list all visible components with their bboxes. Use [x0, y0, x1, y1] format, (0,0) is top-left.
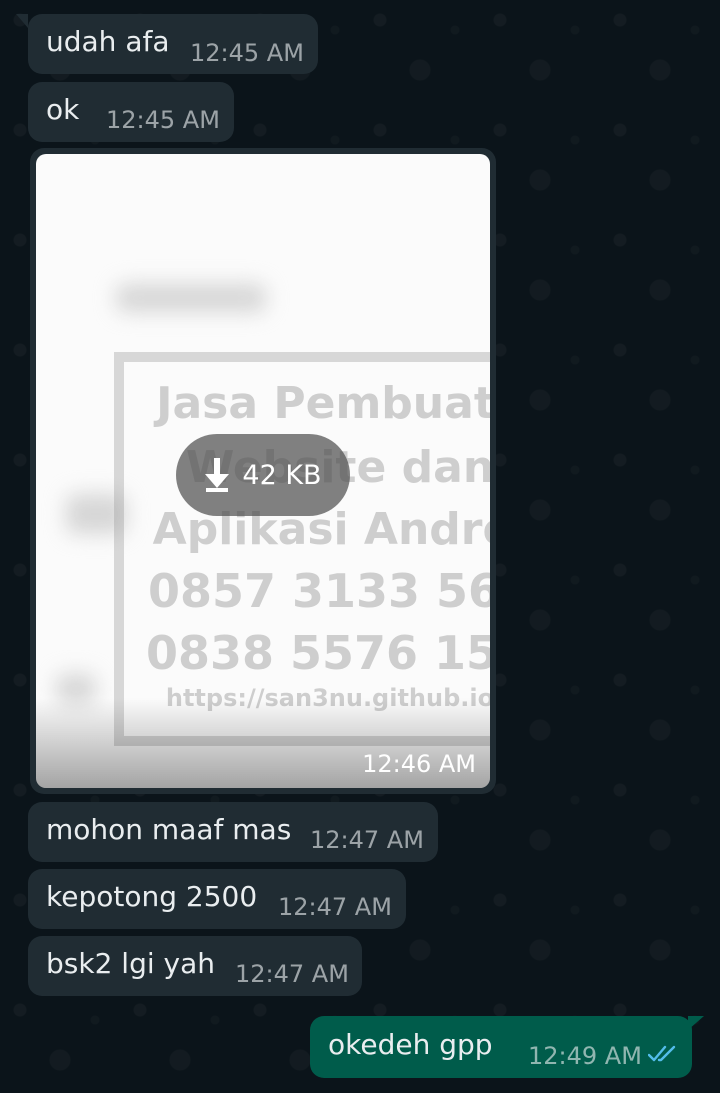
- message-time: 12:47 AM: [310, 826, 424, 854]
- incoming-message[interactable]: ok 12:45 AM: [28, 82, 234, 142]
- watermark-text: 0857 3133 5660: [147, 564, 490, 618]
- image-message[interactable]: Jasa Pembuatan Website dan Aplikasi Andr…: [30, 148, 496, 794]
- download-size: 42 KB: [242, 459, 322, 491]
- message-time: 12:47 AM: [278, 893, 392, 921]
- message-text: udah afa: [46, 25, 170, 58]
- incoming-message[interactable]: kepotong 2500 12:47 AM: [28, 869, 406, 929]
- message-time: 12:49 AM: [528, 1042, 642, 1070]
- message-time: 12:46 AM: [362, 750, 476, 778]
- chat-background: udah afa 12:45 AM ok 12:45 AM Jasa Pembu…: [0, 0, 720, 1093]
- message-time: 12:45 AM: [190, 39, 304, 67]
- message-text: kepotong 2500: [46, 880, 258, 913]
- bubble-tail: [16, 14, 28, 28]
- incoming-message[interactable]: mohon maaf mas 12:47 AM: [28, 802, 438, 862]
- incoming-message[interactable]: bsk2 lgi yah 12:47 AM: [28, 936, 362, 996]
- message-text: okedeh gpp: [328, 1028, 493, 1061]
- watermark-text: Jasa Pembuatan: [156, 378, 490, 429]
- message-time: 12:47 AM: [235, 960, 349, 988]
- message-text: ok: [46, 93, 80, 126]
- download-button[interactable]: 42 KB: [176, 434, 350, 516]
- download-icon: [205, 458, 230, 492]
- outgoing-message[interactable]: okedeh gpp 12:49 AM: [310, 1016, 692, 1078]
- incoming-message[interactable]: udah afa 12:45 AM: [28, 14, 318, 74]
- message-text: bsk2 lgi yah: [46, 947, 215, 980]
- message-time: 12:45 AM: [106, 106, 220, 134]
- blurred-content: [116, 284, 266, 312]
- double-check-icon: [648, 1045, 676, 1062]
- image-preview[interactable]: Jasa Pembuatan Website dan Aplikasi Andr…: [36, 154, 490, 788]
- watermark-text: 0838 5576 155: [145, 626, 490, 680]
- message-text: mohon maaf mas: [46, 813, 292, 846]
